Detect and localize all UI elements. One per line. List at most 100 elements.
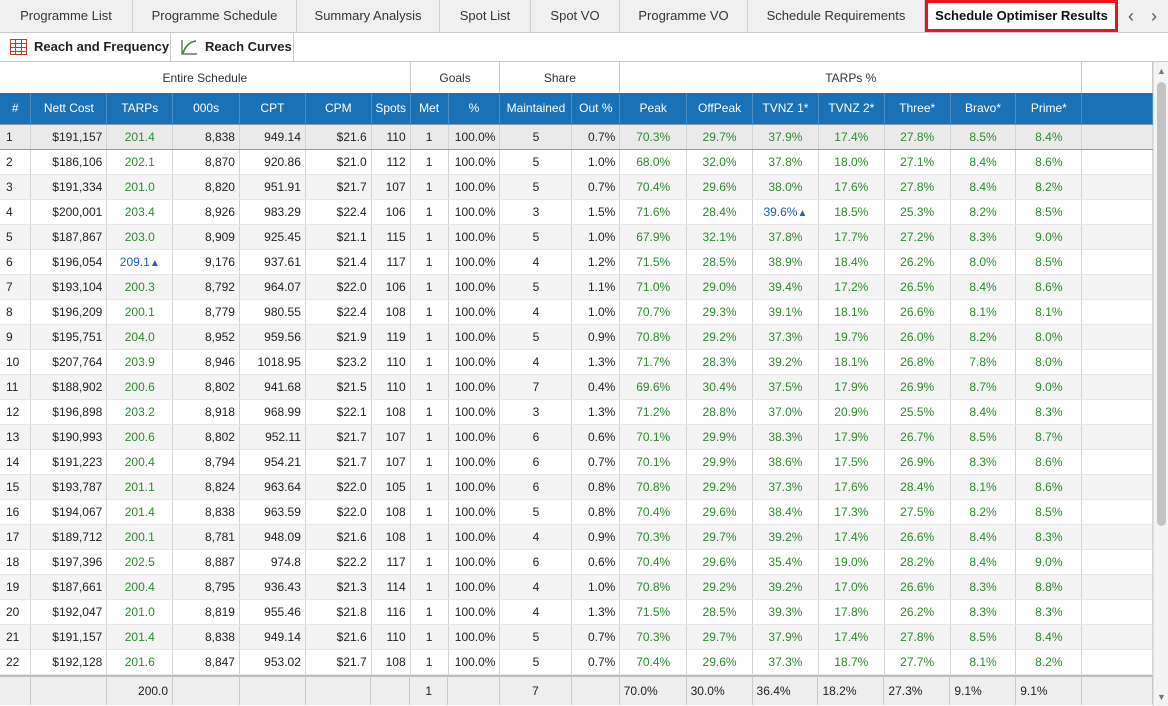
scrollbar-thumb[interactable] (1157, 82, 1166, 526)
cell-value: 26.2% (900, 604, 935, 619)
table-row[interactable]: 3 $191,334 201.0 8,820 951.91 $21.7 107 1 100.0%… (0, 174, 1153, 200)
column-header[interactable]: Peak (619, 93, 688, 124)
column-header[interactable]: Prime* (1015, 93, 1083, 124)
cell-value: 1 (425, 604, 433, 619)
column-header[interactable]: Spots (371, 93, 411, 124)
table-cell: 26.5% (884, 274, 951, 300)
column-header[interactable]: Met (410, 93, 449, 124)
column-header[interactable]: Maintained (499, 93, 573, 124)
cell-value: 8,794 (204, 454, 235, 469)
column-header[interactable]: # (0, 93, 32, 124)
table-row[interactable]: 17 $189,712 200.1 8,781 948.09 $21.6 108 1 100.0… (0, 524, 1153, 550)
table-cell: 39.2% (752, 524, 819, 550)
table-cell: $190,993 (30, 424, 108, 450)
cell-value: 29.2% (702, 329, 737, 344)
table-row[interactable]: 5 $187,867 203.0 8,909 925.45 $21.1 115 1 100.0%… (0, 224, 1153, 250)
tab-summary-analysis[interactable]: Summary Analysis (297, 0, 440, 32)
cell-value: 30.4% (702, 379, 737, 394)
table-row[interactable]: 10 $207,764 203.9 8,946 1018.95 $23.2 110 1 100.… (0, 349, 1153, 375)
table-cell: 8.2% (1015, 649, 1083, 675)
column-header[interactable]: TVNZ 2* (818, 93, 885, 124)
table-row[interactable]: 21 $191,157 201.4 8,838 949.14 $21.6 110 1 100.0… (0, 624, 1153, 650)
column-header[interactable]: Nett Cost (30, 93, 108, 124)
table-cell: 11 (0, 374, 32, 400)
table-row[interactable]: 16 $194,067 201.4 8,838 963.59 $22.0 108 1 100.0… (0, 499, 1153, 525)
table-row[interactable]: 7 $193,104 200.3 8,792 964.07 $22.0 106 1 100.0%… (0, 274, 1153, 300)
table-cell: 1.2% (571, 249, 621, 275)
tab-programme-schedule[interactable]: Programme Schedule (133, 0, 297, 32)
column-header[interactable]: Three* (884, 93, 951, 124)
table-cell: 9 (0, 324, 32, 350)
table-cell: 5 (0, 224, 32, 250)
table-row[interactable]: 19 $187,661 200.4 8,795 936.43 $21.3 114 1 100.0… (0, 574, 1153, 600)
cell-value: 920.86 (264, 154, 301, 169)
column-header[interactable]: OffPeak (686, 93, 753, 124)
cell-value: 100.0% (454, 229, 496, 244)
table-cell: 8.7% (950, 374, 1017, 400)
cell-value: 27.8% (900, 629, 935, 644)
cell-value: 19.0% (834, 554, 869, 569)
table-row[interactable]: 2 $186,106 202.1 8,870 920.86 $21.0 112 1 100.0%… (0, 149, 1153, 175)
cell-value: 38.4% (768, 504, 803, 519)
table-row[interactable]: 12 $196,898 203.2 8,918 968.99 $22.1 108 1 100.0… (0, 399, 1153, 425)
cell-value: 201.1 (124, 479, 155, 494)
table-row[interactable]: 14 $191,223 200.4 8,794 954.21 $21.7 107 1 100.0… (0, 449, 1153, 475)
reach-curves-button[interactable]: Reach Curves (171, 33, 294, 61)
cell-value: 1 (425, 554, 433, 569)
column-header[interactable]: TARPs (106, 93, 174, 124)
column-header[interactable]: Out % (571, 93, 621, 124)
table-row[interactable]: 11 $188,902 200.6 8,802 941.68 $21.5 110 1 100.0… (0, 374, 1153, 400)
table-cell: 3 (0, 174, 32, 200)
scroll-up-icon[interactable]: ▲ (1154, 64, 1168, 78)
table-cell: 29.2% (686, 324, 753, 350)
table-row[interactable]: 6 $196,054 209.1▲ 9,176 937.61 $21.4 117 1 100.0… (0, 249, 1153, 275)
vertical-scrollbar[interactable]: ▲ ▼ (1153, 62, 1168, 706)
table-row[interactable]: 9 $195,751 204.0 8,952 959.56 $21.9 119 1 100.0%… (0, 324, 1153, 350)
cell-value: 100.0% (454, 629, 496, 644)
table-cell: $21.6 (305, 624, 372, 650)
chevron-left-icon[interactable]: ‹ (1120, 0, 1142, 32)
table-row[interactable]: 8 $196,209 200.1 8,779 980.55 $22.4 108 1 100.0%… (0, 299, 1153, 325)
tab-programme-list[interactable]: Programme List (0, 0, 133, 32)
column-header[interactable]: Bravo* (950, 93, 1017, 124)
reach-frequency-button[interactable]: Reach and Frequency (0, 33, 171, 61)
column-header[interactable]: 000s (172, 93, 240, 124)
table-cell: 110 (371, 349, 411, 375)
table-cell: 0.9% (571, 524, 621, 550)
cell-value: 38.3% (768, 429, 803, 444)
table-cell: 201.4 (106, 123, 174, 150)
scroll-down-icon[interactable]: ▼ (1154, 690, 1168, 704)
column-header[interactable]: CPM (305, 93, 372, 124)
cell-value: 8.3% (1035, 604, 1063, 619)
tab-spot-vo[interactable]: Spot VO (531, 0, 620, 32)
tab-schedule-requirements[interactable]: Schedule Requirements (748, 0, 925, 32)
cell-value: 119 (386, 329, 406, 344)
table-cell: 1.5% (571, 199, 621, 225)
column-header[interactable]: % (448, 93, 501, 124)
tab-programme-vo[interactable]: Programme VO (620, 0, 748, 32)
cell-value: 8.4% (969, 279, 997, 294)
table-row[interactable]: 18 $197,396 202.5 8,887 974.8 $22.2 117 1 100.0%… (0, 549, 1153, 575)
chevron-right-icon[interactable]: › (1143, 0, 1165, 32)
cell-value: 8,819 (204, 604, 235, 619)
cell-value: $21.8 (336, 604, 367, 619)
cell-value: 18.5% (834, 204, 869, 219)
table-row[interactable]: 22 $192,128 201.6 8,847 953.02 $21.7 108 1 100.0… (0, 649, 1153, 675)
tab-spot-list[interactable]: Spot List (440, 0, 531, 32)
cell-value: 0.7% (587, 129, 616, 144)
column-header[interactable]: CPT (239, 93, 306, 124)
table-row[interactable]: 15 $193,787 201.1 8,824 963.64 $22.0 105 1 100.0… (0, 474, 1153, 500)
table-cell: 110 (371, 374, 411, 400)
table-cell: 29.7% (686, 524, 753, 550)
cell-value: 17.8% (834, 604, 869, 619)
table-cell: 8.3% (1015, 399, 1083, 425)
table-row[interactable]: 4 $200,001 203.4 8,926 983.29 $22.4 106 1 100.0%… (0, 199, 1153, 225)
tab-schedule-optimiser-results[interactable]: Schedule Optimiser Results (925, 0, 1118, 32)
table-row[interactable]: 13 $190,993 200.6 8,802 952.11 $21.7 107 1 100.0… (0, 424, 1153, 450)
table-cell: 21 (0, 624, 32, 650)
table-cell: 6 (499, 449, 573, 475)
column-header[interactable]: TVNZ 1* (752, 93, 819, 124)
table-row[interactable]: 1 $191,157 201.4 8,838 949.14 $21.6 110 1 100.0%… (0, 123, 1153, 150)
cell-value: 26.2% (900, 254, 935, 269)
table-row[interactable]: 20 $192,047 201.0 8,819 955.46 $21.8 116 1 100.0… (0, 599, 1153, 625)
